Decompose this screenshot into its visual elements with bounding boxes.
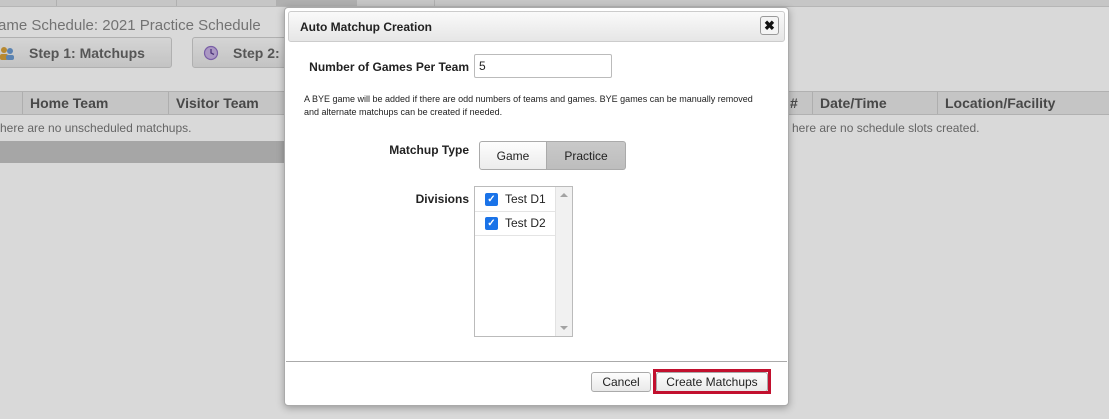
games-per-team-label: Number of Games Per Team <box>309 60 469 74</box>
divisions-scrollbar[interactable] <box>555 187 572 336</box>
dialog-title: Auto Matchup Creation <box>300 20 432 34</box>
matchup-type-practice-button[interactable]: Practice <box>547 141 626 170</box>
checkbox-checked-icon[interactable]: ✓ <box>485 216 498 230</box>
scroll-up-icon[interactable] <box>560 193 568 197</box>
games-per-team-input[interactable] <box>474 54 612 78</box>
close-icon[interactable]: ✖ <box>760 16 779 35</box>
scroll-down-icon[interactable] <box>560 326 568 330</box>
division-item[interactable]: ✓ Test D2 <box>475 211 555 236</box>
matchup-type-game-button[interactable]: Game <box>479 141 547 170</box>
division-label: Test D2 <box>505 216 546 230</box>
matchup-type-label: Matchup Type <box>389 143 469 157</box>
division-item[interactable]: ✓ Test D1 <box>475 187 555 212</box>
division-label: Test D1 <box>505 192 546 206</box>
auto-matchup-dialog: Auto Matchup Creation ✖ Number of Games … <box>284 7 789 406</box>
divisions-listbox[interactable]: ✓ Test D1 ✓ Test D2 <box>474 186 573 337</box>
create-matchups-highlight <box>653 369 771 394</box>
footer-divider <box>286 361 787 362</box>
divisions-label: Divisions <box>415 192 469 206</box>
matchup-type-toggle: Game Practice <box>479 141 626 170</box>
dialog-header: Auto Matchup Creation ✖ <box>288 11 785 42</box>
checkbox-checked-icon[interactable]: ✓ <box>485 192 498 206</box>
bye-note: A BYE game will be added if there are od… <box>304 94 753 117</box>
cancel-button[interactable]: Cancel <box>591 372 651 392</box>
